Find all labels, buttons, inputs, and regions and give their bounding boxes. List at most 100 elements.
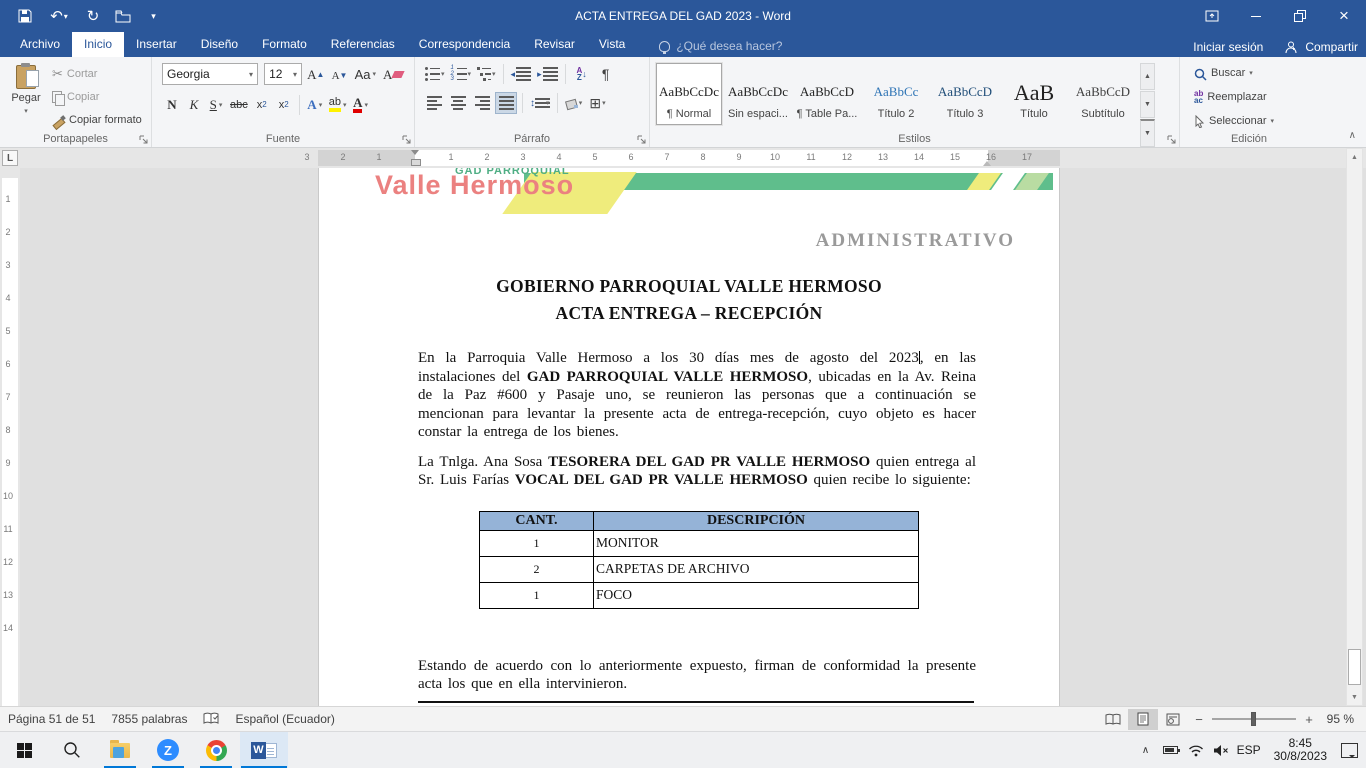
tab-formato[interactable]: Formato: [250, 32, 319, 57]
find-button[interactable]: Buscar▾: [1190, 61, 1318, 85]
font-dialog-launcher[interactable]: [401, 134, 412, 145]
action-center-icon[interactable]: [1340, 743, 1358, 758]
bullets-button[interactable]: ▾: [423, 63, 447, 85]
paragraph-dialog-launcher[interactable]: [636, 134, 647, 145]
collapse-ribbon-icon[interactable]: ∧: [1349, 130, 1356, 141]
style-card-ttulo[interactable]: AaBTítulo: [1001, 63, 1067, 125]
cut-button[interactable]: ✂Cortar: [48, 63, 146, 85]
tab-diseo[interactable]: Diseño: [189, 32, 250, 57]
scroll-up-icon[interactable]: ▲: [1347, 149, 1362, 165]
change-case-button[interactable]: Aa▾: [353, 63, 378, 85]
vertical-scrollbar[interactable]: ▲ ▼: [1346, 148, 1363, 706]
minimize-button[interactable]: [1234, 0, 1278, 32]
replace-button[interactable]: abac Reemplazar: [1190, 85, 1318, 109]
sort-button[interactable]: AZ↓: [571, 63, 593, 85]
font-size-combobox[interactable]: 12▾: [264, 63, 302, 85]
styles-scroll-down-icon[interactable]: ▼: [1140, 91, 1155, 118]
ribbon-display-options-icon[interactable]: [1190, 0, 1234, 32]
page-count[interactable]: Página 51 de 51: [0, 707, 103, 731]
taskbar-clock[interactable]: 8:45 30/8/2023: [1268, 737, 1333, 763]
align-center-button[interactable]: [447, 92, 469, 114]
bold-button[interactable]: N: [162, 94, 182, 116]
sign-in-button[interactable]: Iniciar sesión: [1193, 40, 1263, 54]
zoom-out-button[interactable]: −: [1188, 712, 1210, 727]
close-button[interactable]: ×: [1322, 0, 1366, 32]
format-painter-button[interactable]: Copiar formato: [48, 109, 146, 131]
start-button[interactable]: [0, 732, 48, 768]
taskbar-search-button[interactable]: [48, 732, 96, 768]
select-button[interactable]: Seleccionar▾: [1190, 109, 1318, 133]
style-card-normal[interactable]: AaBbCcDc¶ Normal: [656, 63, 722, 125]
web-layout-button[interactable]: [1158, 709, 1188, 730]
styles-scroll-up-icon[interactable]: ▲: [1140, 63, 1155, 90]
taskbar-word[interactable]: W: [240, 732, 288, 768]
scroll-down-icon[interactable]: ▼: [1347, 689, 1362, 705]
volume-muted-icon[interactable]: [1212, 744, 1230, 757]
shading-button[interactable]: ▾: [563, 92, 585, 114]
indent-marker[interactable]: [411, 150, 419, 166]
font-color-button[interactable]: A▾: [351, 94, 371, 116]
items-table[interactable]: CANT.DESCRIPCIÓN 1MONITOR2CARPETAS DE AR…: [479, 511, 919, 609]
strikethrough-button[interactable]: abc: [228, 94, 250, 116]
wifi-icon[interactable]: [1187, 744, 1205, 757]
align-left-button[interactable]: [423, 92, 445, 114]
highlight-button[interactable]: ab▾: [327, 94, 349, 116]
tab-inicio[interactable]: Inicio: [72, 32, 124, 57]
read-mode-button[interactable]: [1098, 709, 1128, 730]
borders-button[interactable]: ⊞▾: [587, 92, 609, 114]
language-status[interactable]: Español (Ecuador): [227, 707, 342, 731]
subscript-button[interactable]: x2: [252, 94, 272, 116]
tab-archivo[interactable]: Archivo: [8, 32, 72, 57]
numbering-button[interactable]: 1 2 3 ▾: [449, 63, 474, 85]
print-layout-button[interactable]: [1128, 709, 1158, 730]
style-card-tablepa[interactable]: AaBbCcD¶ Table Pa...: [794, 63, 860, 125]
tray-show-hidden-icon[interactable]: ∧: [1137, 745, 1155, 756]
restore-button[interactable]: [1278, 0, 1322, 32]
tab-referencias[interactable]: Referencias: [319, 32, 407, 57]
style-card-sinespaci[interactable]: AaBbCcDcSin espaci...: [725, 63, 791, 125]
tab-selector[interactable]: L: [2, 150, 18, 166]
undo-icon[interactable]: ↶▾: [40, 3, 78, 29]
increase-indent-button[interactable]: ▸: [535, 63, 560, 85]
copy-button[interactable]: Copiar: [48, 86, 146, 108]
italic-button[interactable]: K: [184, 94, 204, 116]
word-count[interactable]: 7855 palabras: [103, 707, 195, 731]
grow-font-button[interactable]: A▲: [305, 64, 326, 86]
share-button[interactable]: Compartir: [1285, 40, 1358, 54]
taskbar-zoom-app[interactable]: Z: [144, 732, 192, 768]
zoom-slider[interactable]: [1212, 718, 1296, 720]
font-family-combobox[interactable]: Georgia▾: [162, 63, 258, 85]
taskbar-chrome[interactable]: [192, 732, 240, 768]
taskbar-file-explorer[interactable]: [96, 732, 144, 768]
customize-qat-icon[interactable]: ▾: [138, 3, 168, 29]
open-icon[interactable]: [108, 3, 138, 29]
redo-icon[interactable]: ↻: [78, 3, 108, 29]
vertical-ruler[interactable]: 1234567891011121314: [0, 168, 20, 706]
keyboard-language[interactable]: ESP: [1237, 743, 1261, 757]
zoom-slider-handle[interactable]: [1251, 712, 1256, 726]
underline-button[interactable]: S▾: [206, 94, 226, 116]
show-paragraph-marks-button[interactable]: ¶: [595, 63, 617, 85]
tab-insertar[interactable]: Insertar: [124, 32, 189, 57]
style-card-ttulo2[interactable]: AaBbCcTítulo 2: [863, 63, 929, 125]
style-card-subttulo[interactable]: AaBbCcDSubtítulo: [1070, 63, 1136, 125]
proofing-status[interactable]: [195, 707, 227, 731]
clipboard-dialog-launcher[interactable]: [138, 134, 149, 145]
zoom-in-button[interactable]: +: [1298, 712, 1320, 727]
battery-icon[interactable]: [1162, 746, 1180, 754]
justify-button[interactable]: [495, 92, 517, 114]
styles-dialog-launcher[interactable]: [1166, 134, 1177, 145]
tab-correspondencia[interactable]: Correspondencia: [407, 32, 522, 57]
decrease-indent-button[interactable]: ◂: [509, 63, 534, 85]
tell-me-search[interactable]: ¿Qué desea hacer?: [659, 39, 782, 53]
zoom-percentage[interactable]: 95 %: [1320, 712, 1364, 726]
shrink-font-button[interactable]: A▼: [330, 65, 350, 87]
line-spacing-button[interactable]: ↕▾: [528, 92, 552, 114]
text-effects-button[interactable]: A▾: [305, 94, 325, 116]
style-card-ttulo3[interactable]: AaBbCcDTítulo 3: [932, 63, 998, 125]
document-page[interactable]: GAD PARROQUIAL Valle Hermoso ADMINISTRAT…: [318, 168, 1060, 706]
save-icon[interactable]: [10, 3, 40, 29]
tab-revisar[interactable]: Revisar: [522, 32, 587, 57]
clear-formatting-button[interactable]: A: [381, 64, 405, 86]
align-right-button[interactable]: [471, 92, 493, 114]
